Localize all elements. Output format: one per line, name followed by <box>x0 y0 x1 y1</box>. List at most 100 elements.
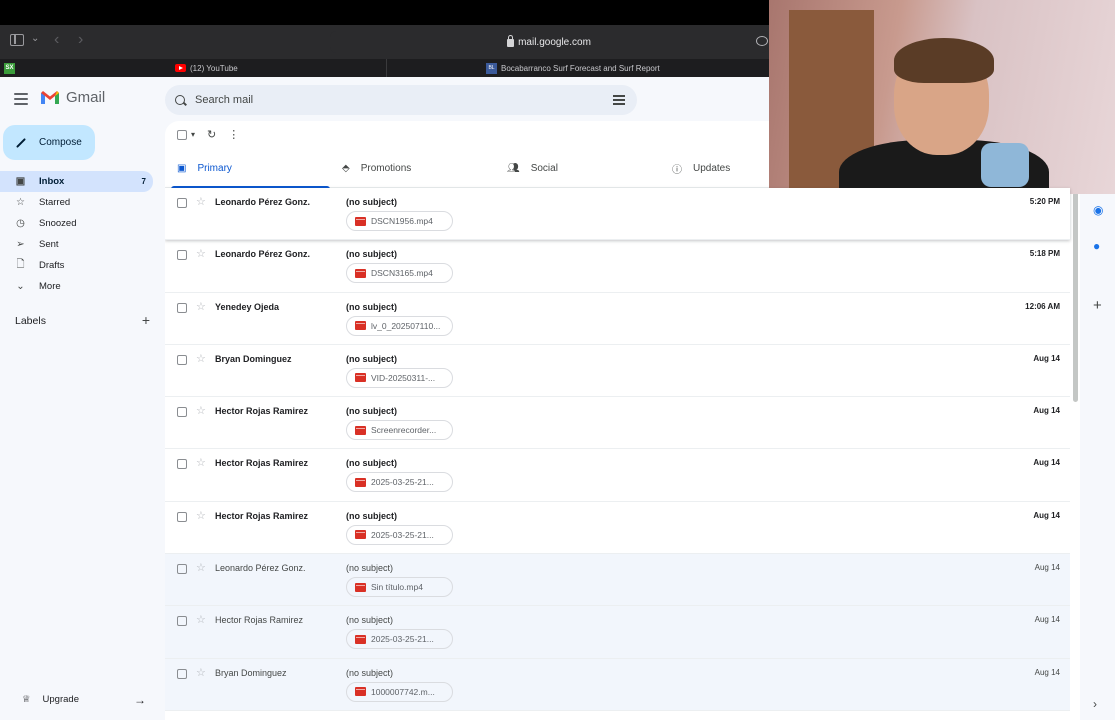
star-icon[interactable]: ☆ <box>196 352 206 365</box>
compose-label: Compose <box>39 137 82 148</box>
back-icon[interactable]: ‹ <box>54 31 59 49</box>
attachment-chip[interactable]: 1000007742.m... <box>346 681 453 702</box>
chevron-down-icon: ⌄ <box>16 281 25 292</box>
video-file-icon <box>355 687 366 697</box>
pencil-icon <box>16 137 26 148</box>
more-options-icon[interactable]: ⋮ <box>228 128 239 141</box>
attachment-chip[interactable]: 2025-03-25-21... <box>346 472 453 493</box>
email-row[interactable]: ☆ Bryan Dominguez (no subject) Aug 14 100000… <box>165 658 1070 711</box>
compose-button[interactable]: Compose <box>3 125 95 160</box>
sidebar-item-snoozed[interactable]: ◷ Snoozed <box>0 213 153 234</box>
chevron-down-icon[interactable]: ⌄ <box>31 33 39 44</box>
star-icon[interactable]: ☆ <box>196 509 206 522</box>
contacts-icon[interactable]: ● <box>1093 239 1100 253</box>
star-icon[interactable]: ☆ <box>196 456 206 469</box>
tab-promotions[interactable]: ⬘ Promotions <box>330 148 495 188</box>
add-addon-icon[interactable]: + <box>1093 297 1102 314</box>
email-row[interactable]: ☆ Leonardo Pérez Gonz. (no subject) 5:18 PM… <box>165 240 1070 293</box>
sidebar-item-drafts[interactable]: 🗋 Drafts <box>0 255 153 276</box>
row-checkbox[interactable] <box>177 302 187 313</box>
tab-social[interactable]: 👥︎ Social <box>495 148 660 188</box>
row-checkbox[interactable] <box>177 564 187 575</box>
attachment-chip[interactable]: DSCN3165.mp4 <box>346 263 453 284</box>
email-row[interactable]: ☆ Hector Rojas Ramirez (no subject) Aug 14 S… <box>165 397 1070 450</box>
sidebar-item-label: More <box>39 281 61 292</box>
row-checkbox[interactable] <box>177 616 187 627</box>
select-all-checkbox[interactable] <box>177 129 187 140</box>
email-date: Aug 14 <box>1033 510 1060 520</box>
search-options-icon[interactable] <box>613 95 625 105</box>
refresh-icon[interactable]: ↻ <box>207 128 216 141</box>
sidebar-item-starred[interactable]: ☆ Starred <box>0 192 153 213</box>
attachment-chip[interactable]: 2025-03-25-21... <box>346 629 453 650</box>
email-row[interactable]: ☆ Leonardo Pérez Gonz. (no subject) 5:20 PM… <box>165 188 1070 241</box>
sidebar-item-label: Starred <box>39 197 71 208</box>
main-menu-icon[interactable] <box>14 93 28 108</box>
email-row[interactable]: ☆ Hector Rojas Ramirez (no subject) Aug 14 2… <box>165 606 1070 659</box>
email-date: Aug 14 <box>1033 353 1060 363</box>
row-checkbox[interactable] <box>177 668 187 679</box>
email-sender: Hector Rojas Ramirez <box>215 615 304 626</box>
sidebar-item-inbox[interactable]: ▣ Inbox 7 <box>0 171 153 192</box>
sidebar-item-more[interactable]: ⌄ More <box>0 276 153 297</box>
pinned-tab-icon[interactable]: SX <box>4 63 15 74</box>
gmail-logo[interactable]: Gmail <box>40 89 105 106</box>
email-row[interactable]: ☆ Hector Rojas Ramirez (no subject) Aug 14 2… <box>165 449 1070 502</box>
tasks-icon[interactable]: ◉ <box>1093 203 1103 217</box>
email-row[interactable]: ☆ Yenedey Ojeda (no subject) 12:06 AM lv_0_2… <box>165 292 1070 345</box>
star-icon[interactable]: ☆ <box>196 561 206 574</box>
email-row[interactable]: ☆ Bryan Dominguez (no subject) Aug 14 VID-20… <box>165 344 1070 398</box>
search-bar[interactable]: Search mail <box>165 85 637 115</box>
sidebar-toggle-icon[interactable] <box>10 34 24 46</box>
email-list: ☆ Leonardo Pérez Gonz. (no subject) 5:20 PM… <box>165 188 1070 711</box>
attachment-chip[interactable]: VID-20250311-... <box>346 367 453 388</box>
search-input[interactable]: Search mail <box>195 94 253 106</box>
sidebar-item-sent[interactable]: ➢ Sent <box>0 234 153 255</box>
star-icon[interactable]: ☆ <box>196 247 206 260</box>
attachment-chip[interactable]: Sin título.mp4 <box>346 577 453 598</box>
row-checkbox[interactable] <box>177 354 187 365</box>
browser-tab-surf-forecast[interactable]: BL Bocabarranco Surf Forecast and Surf R… <box>486 59 660 77</box>
select-dropdown-icon[interactable]: ▾ <box>191 130 195 139</box>
search-icon[interactable] <box>175 95 185 105</box>
sidebar-item-label: Drafts <box>39 260 65 271</box>
star-icon[interactable]: ☆ <box>196 195 206 208</box>
gmail-wordmark: Gmail <box>66 89 106 106</box>
info-icon: ⓘ <box>672 164 682 176</box>
email-subject: (no subject) <box>346 458 397 469</box>
gmail-m-icon <box>41 91 59 104</box>
show-side-panel-icon[interactable]: › <box>1093 697 1097 711</box>
upgrade-button[interactable]: ♕ Upgrade → <box>22 692 146 707</box>
attachment-chip[interactable]: DSCN1956.mp4 <box>346 211 453 231</box>
webcam-phone <box>981 143 1029 187</box>
email-row[interactable]: ☆ Hector Rojas Ramirez (no subject) Aug 14 2… <box>165 501 1070 555</box>
video-file-icon <box>355 373 366 383</box>
clock-icon: ◷ <box>16 218 25 229</box>
address-bar-url: mail.google.com <box>518 36 591 48</box>
attachment-chip[interactable]: lv_0_202507110... <box>346 315 453 336</box>
people-icon: 👥︎ <box>507 162 520 174</box>
attachment-chip[interactable]: 2025-03-25-21... <box>346 524 453 545</box>
star-icon[interactable]: ☆ <box>196 613 206 626</box>
row-checkbox[interactable] <box>177 459 187 470</box>
star-icon[interactable]: ☆ <box>196 404 206 417</box>
row-checkbox[interactable] <box>177 407 187 418</box>
star-icon[interactable]: ☆ <box>196 666 206 679</box>
arrow-right-icon: → <box>134 692 146 707</box>
address-bar[interactable]: mail.google.com <box>330 31 768 53</box>
extension-icon[interactable] <box>756 36 768 46</box>
scrollbar[interactable] <box>1073 192 1078 402</box>
row-checkbox[interactable] <box>177 250 187 261</box>
attachment-chip[interactable]: Screenrecorder... <box>346 420 453 441</box>
email-row[interactable]: ☆ Leonardo Pérez Gonz. (no subject) Aug 14 S… <box>165 554 1070 607</box>
attachment-name: 2025-03-25-21... <box>371 529 434 540</box>
tab-primary[interactable]: ▣ Primary <box>165 148 330 189</box>
add-label-icon[interactable]: + <box>142 313 150 327</box>
forward-icon[interactable]: › <box>78 31 83 49</box>
browser-tab-youtube[interactable]: (12) YouTube <box>175 59 238 77</box>
email-date: Aug 14 <box>1033 458 1060 468</box>
star-icon[interactable]: ☆ <box>196 300 206 313</box>
row-checkbox[interactable] <box>177 198 187 208</box>
email-date: 5:18 PM <box>1029 249 1060 259</box>
row-checkbox[interactable] <box>177 511 187 522</box>
